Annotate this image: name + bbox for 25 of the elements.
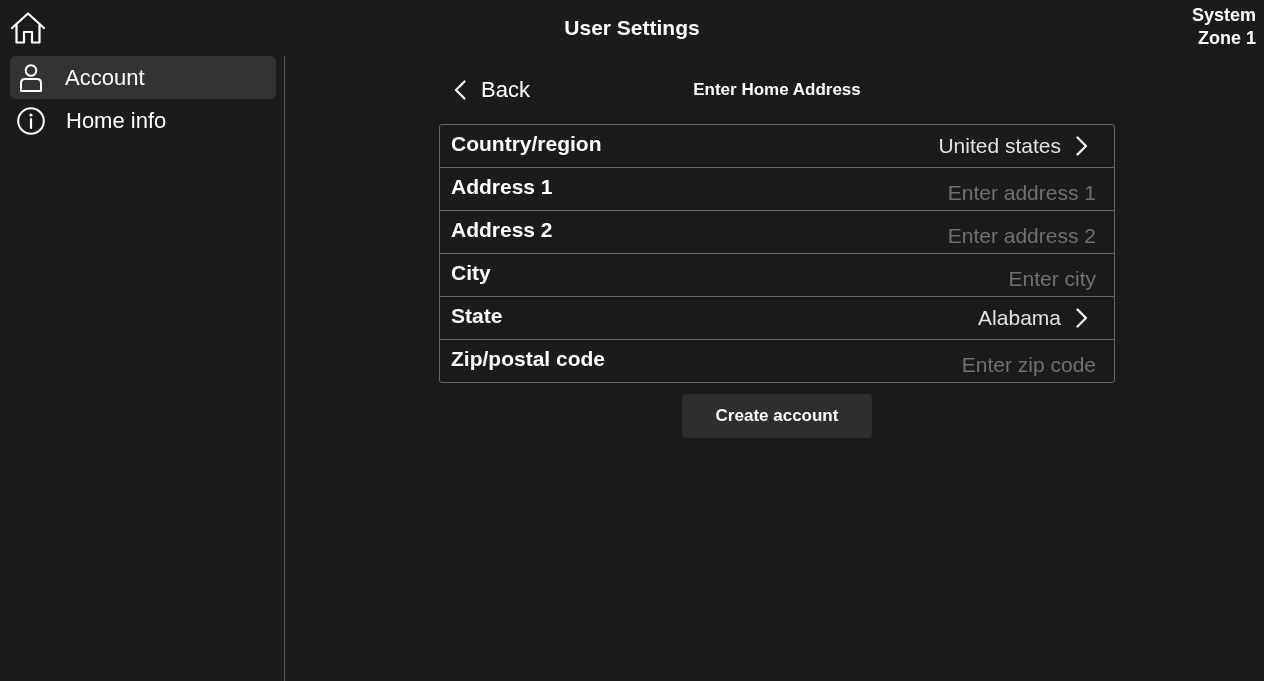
input-field[interactable]: Enter address 1 <box>736 179 1096 207</box>
field-label: State <box>451 303 503 329</box>
sidebar-item[interactable]: Home info <box>10 99 276 142</box>
info-icon <box>17 106 45 135</box>
input-field[interactable]: Enter zip code <box>736 351 1096 379</box>
field-label: City <box>451 260 491 286</box>
input-field[interactable]: Enter city <box>736 265 1096 293</box>
field-label: Zip/postal code <box>451 346 605 372</box>
field-label: Country/region <box>451 131 602 157</box>
create-account-button[interactable]: Create account <box>682 394 872 438</box>
chevron-right-icon <box>1076 136 1088 156</box>
back-button[interactable]: Back <box>454 76 530 104</box>
chevron-right-icon <box>1076 308 1088 328</box>
person-icon <box>20 63 42 92</box>
sidebar-item[interactable]: Account <box>10 56 276 99</box>
field-label: Address 2 <box>451 217 553 243</box>
select-button[interactable]: United states <box>938 133 1096 159</box>
zone-label: System Zone 1 <box>1191 4 1256 50</box>
field-label: Address 1 <box>451 174 553 200</box>
section-title: Enter Home Address <box>693 79 861 101</box>
page-title: User Settings <box>564 15 700 41</box>
select-button[interactable]: Alabama <box>978 305 1096 331</box>
home-icon[interactable] <box>10 12 46 44</box>
chevron-left-icon <box>454 80 466 100</box>
input-field[interactable]: Enter address 2 <box>736 222 1096 250</box>
